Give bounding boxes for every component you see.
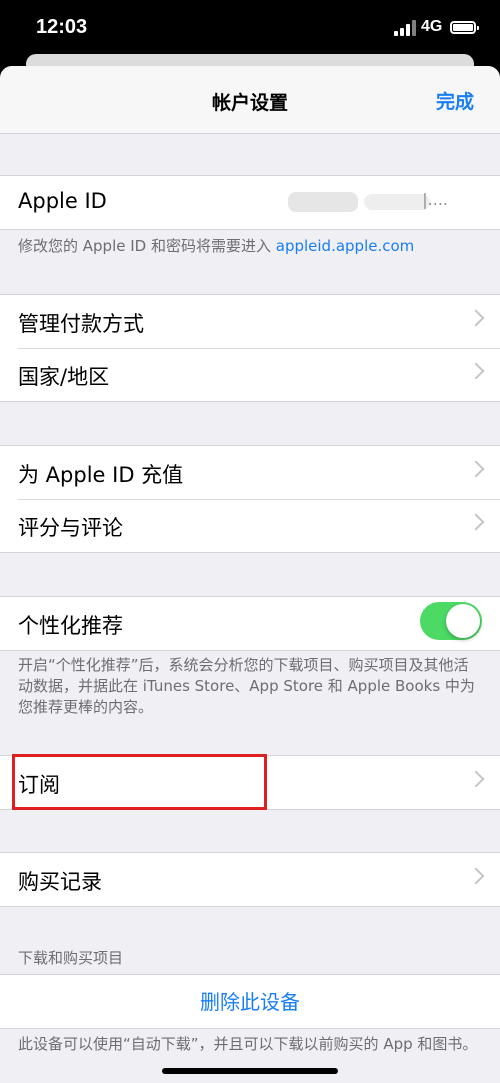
subscriptions-group: 订阅: [0, 755, 500, 810]
account-settings-sheet: 帐户设置 完成 Apple ID |.... 修改您的 Apple ID 和密码…: [0, 66, 500, 1083]
status-bar: 12:03 4G: [0, 0, 500, 60]
manage-payment-row[interactable]: 管理付款方式: [0, 295, 500, 348]
country-region-row[interactable]: 国家/地区: [0, 348, 500, 401]
country-region-label: 国家/地区: [18, 365, 110, 389]
done-button[interactable]: 完成: [436, 87, 474, 114]
status-time: 12:03: [36, 16, 88, 38]
manage-payment-label: 管理付款方式: [18, 312, 144, 336]
chevron-right-icon: [467, 460, 485, 478]
appleid-link[interactable]: appleid.apple.com: [276, 237, 415, 255]
apple-id-value-suffix: |....: [422, 190, 448, 209]
apple-id-note-text: 修改您的 Apple ID 和密码将需要进入: [18, 237, 276, 255]
chevron-right-icon: [467, 362, 485, 380]
subscriptions-row[interactable]: 订阅: [0, 756, 500, 809]
topup-row[interactable]: 为 Apple ID 充值: [0, 446, 500, 499]
personalization-note: 开启“个性化推荐”后，系统会分析您的下载项目、购买项目及其他活动数据，并据此在 …: [18, 656, 475, 716]
ratings-reviews-row[interactable]: 评分与评论: [0, 499, 500, 552]
payment-group: 管理付款方式 国家/地区: [0, 294, 500, 402]
apple-id-row[interactable]: Apple ID |....: [0, 176, 500, 229]
network-type: 4G: [421, 18, 443, 35]
personalization-label: 个性化推荐: [18, 614, 123, 638]
remove-device-row[interactable]: 删除此设备: [0, 975, 500, 1028]
purchase-history-label: 购买记录: [18, 870, 102, 894]
personalization-group: 个性化推荐: [0, 596, 500, 651]
apple-id-note: 修改您的 Apple ID 和密码将需要进入 appleid.apple.com: [18, 236, 483, 257]
apple-id-label: Apple ID: [18, 189, 107, 213]
downloads-section-header: 下载和购买项目: [18, 949, 124, 967]
apple-id-group: Apple ID |....: [0, 175, 500, 230]
toggle-knob: [446, 604, 480, 638]
topup-label: 为 Apple ID 充值: [18, 463, 184, 487]
redacted-value: [364, 194, 430, 210]
remove-device-group: 删除此设备: [0, 974, 500, 1029]
home-indicator: [162, 1068, 338, 1074]
chevron-right-icon: [467, 309, 485, 327]
chevron-right-icon: [467, 867, 485, 885]
purchase-history-row[interactable]: 购买记录: [0, 853, 500, 906]
apple-id-value: |....: [288, 190, 448, 214]
purchase-history-group: 购买记录: [0, 852, 500, 907]
topup-group: 为 Apple ID 充值 评分与评论: [0, 445, 500, 553]
subscriptions-label: 订阅: [18, 773, 60, 797]
redacted-value: [288, 192, 358, 212]
page-title: 帐户设置: [211, 92, 288, 114]
signal-icon: [394, 20, 416, 36]
battery-icon: [450, 21, 479, 34]
chevron-right-icon: [467, 513, 485, 531]
downloads-note: 此设备可以使用“自动下载”，并且可以下载以前购买的 App 和图书。: [18, 1035, 478, 1053]
ratings-reviews-label: 评分与评论: [18, 516, 123, 540]
chevron-right-icon: [467, 770, 485, 788]
personalization-row: 个性化推荐: [0, 597, 500, 650]
personalization-toggle[interactable]: [420, 602, 482, 640]
navigation-bar: 帐户设置 完成: [0, 66, 500, 134]
remove-device-button[interactable]: 删除此设备: [0, 986, 500, 1015]
